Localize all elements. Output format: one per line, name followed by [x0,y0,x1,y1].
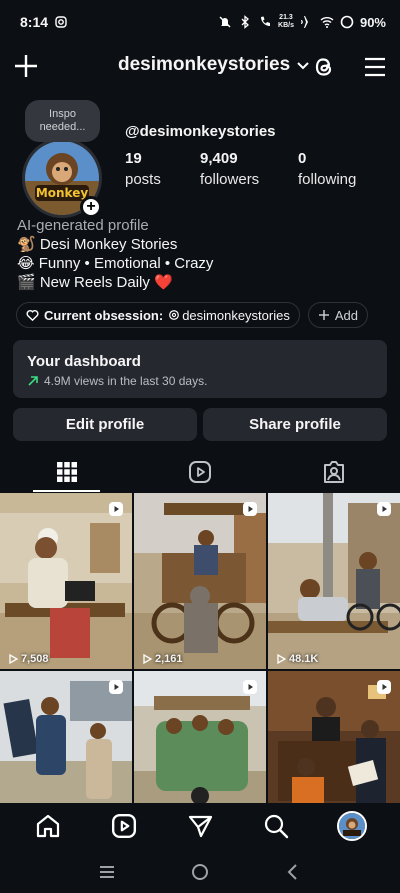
heart-icon [26,309,39,321]
home-icon [36,814,60,838]
play-outline-icon [9,654,18,664]
dashboard-card[interactable]: Your dashboard 4.9M views in the last 30… [13,340,387,398]
share-profile-button[interactable]: Share profile [203,408,387,441]
threads-small-icon [169,310,180,320]
home-circle-icon[interactable] [190,862,210,882]
recent-apps-icon[interactable] [97,862,117,882]
instagram-notif-icon [55,16,67,28]
view-count: 2,161 [142,653,183,665]
account-username: desimonkeystories [118,54,291,75]
view-count: 48.1K [276,653,318,665]
reel-badge-icon [243,502,257,516]
nav-direct[interactable] [180,806,220,846]
mute-icon [219,16,231,28]
tab-reels[interactable] [133,452,266,492]
net-speed: 21.3 KB/s [278,14,294,29]
nav-search[interactable] [256,806,296,846]
battery-percent: 90% [359,14,386,30]
bluetooth-icon [241,15,249,29]
nav-profile[interactable] [332,806,372,846]
stat-following[interactable]: 0 following [298,150,378,188]
bio-line: 🎬 New Reels Daily ❤️ [17,274,173,291]
current-obsession-chip[interactable]: Current obsession: desimonkeystories [16,302,300,328]
view-count: 7,508 [8,653,49,665]
system-navigation [0,850,400,893]
status-bar: 8:14 21.3 KB/s 90% [0,0,400,44]
bio-line: 🐒 Desi Monkey Stories [17,236,178,253]
profile-header: desimonkeystories [0,46,400,88]
nav-home[interactable] [28,806,68,846]
dashboard-title: Your dashboard [27,353,141,370]
stat-followers[interactable]: 9,409 followers [200,150,298,188]
reel-badge-icon [243,680,257,694]
search-icon [264,814,289,839]
post-thumbnail[interactable] [0,671,132,804]
play-outline-icon [143,654,152,664]
profile-avatar-small [337,811,367,841]
post-thumbnail[interactable] [268,671,400,804]
post-thumbnail[interactable]: 2,161 [134,493,266,669]
wifi-icon [320,17,334,28]
tagged-icon [323,461,344,483]
threads-icon[interactable] [310,53,338,81]
avatar-logo-text: Monkey [36,186,89,200]
profile-chips: Current obsession: desimonkeystories Add [16,302,368,328]
posts-grid: 7,508 2,161 48.1K [0,493,400,804]
content-tabs [0,452,400,492]
tailor-scene-image [0,493,132,669]
clock: 8:14 [20,14,49,30]
edit-profile-button[interactable]: Edit profile [13,408,197,441]
reels-icon [111,813,137,839]
profile-handle: @desimonkeystories [125,123,276,140]
charpai-scene-image [268,493,400,669]
add-chip-button[interactable]: Add [307,302,368,328]
profile-avatar[interactable]: Monkey + [22,138,102,218]
obsession-value: desimonkeystories [182,307,290,323]
airplane-icon [300,16,313,28]
tab-tagged[interactable] [267,452,400,492]
play-outline-icon [277,654,286,664]
account-switcher[interactable]: desimonkeystories [118,54,310,76]
profile-category: AI-generated profile [17,217,149,234]
profile-stats: 19 posts 9,409 followers 0 following [125,150,378,188]
post-thumbnail[interactable]: 7,508 [0,493,132,669]
obsession-label: Current obsession: [44,307,164,323]
back-icon[interactable] [283,862,303,882]
menu-icon[interactable] [362,54,388,80]
post-thumbnail[interactable]: 48.1K [268,493,400,669]
trend-up-icon [28,376,38,386]
profile-bio: AI-generated profile 🐒 Desi Monkey Stori… [17,216,213,292]
reel-badge-icon [377,680,391,694]
battery-ring-icon [340,15,354,29]
bio-line: 😂 Funny • Emotional • Crazy [17,255,214,272]
reel-badge-icon [109,680,123,694]
grid-icon [56,462,77,482]
send-icon [188,815,213,838]
tab-grid[interactable] [0,452,133,492]
note-bubble[interactable]: Inspo needed... [25,100,100,142]
monkey-avatar-small-image [339,813,365,839]
plus-small-icon [318,310,329,320]
wifi-call-icon [261,16,271,26]
reel-badge-icon [109,502,123,516]
dashboard-subtitle: 4.9M views in the last 30 days. [27,374,373,388]
nav-reels[interactable] [104,806,144,846]
plus-icon[interactable] [12,52,40,80]
post-thumbnail[interactable] [134,671,266,804]
chevron-down-icon [297,62,309,70]
stat-posts[interactable]: 19 posts [125,150,200,188]
reels-icon [188,461,211,483]
donkey-cart-scene-image [134,493,266,669]
reel-badge-icon [377,502,391,516]
bottom-navigation [0,803,400,849]
add-story-plus-icon[interactable]: + [80,196,102,218]
